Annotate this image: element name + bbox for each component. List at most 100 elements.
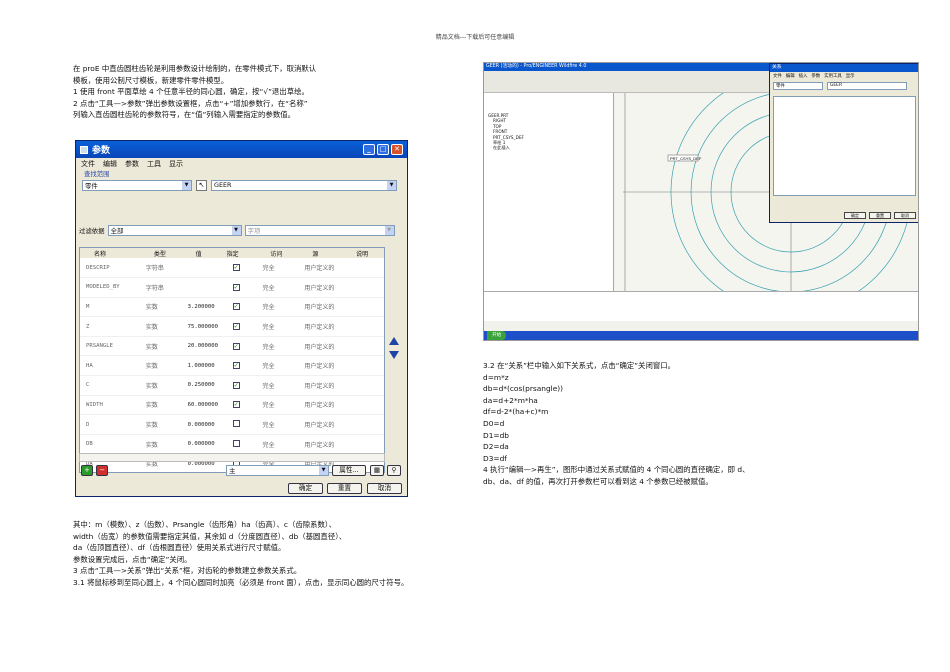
designate-checkbox[interactable]: ✓ — [232, 401, 240, 409]
param-value[interactable]: 60.000000 — [181, 395, 227, 416]
param-value[interactable]: 20.000000 — [181, 336, 227, 357]
param-designate[interactable]: ✓ — [226, 297, 257, 318]
relations-menu-item[interactable]: 显示 — [846, 73, 855, 79]
relations-menu-item[interactable]: 实用工具 — [824, 73, 842, 79]
relations-menu-item[interactable]: 文件 — [773, 73, 782, 79]
relations-scope-select[interactable]: 零件 — [773, 82, 823, 90]
param-value[interactable]: 75.000000 — [181, 316, 227, 337]
param-value[interactable]: 0.000000 — [181, 434, 227, 455]
param-value[interactable]: 1.000000 — [181, 355, 227, 377]
designate-checkbox[interactable]: ✓ — [232, 362, 240, 370]
menu-parameters[interactable]: 参数 — [125, 159, 139, 168]
param-source-text: 用户定义的 — [304, 441, 335, 449]
param-value[interactable]: 0.000000 — [181, 414, 227, 435]
filter-type-select[interactable]: 字项 ▼ — [244, 225, 395, 236]
ok-button[interactable]: 确定 — [288, 483, 323, 494]
designate-checkbox[interactable]: ✓ — [232, 342, 240, 350]
remove-parameter-button[interactable]: − — [96, 465, 108, 476]
scope-select[interactable]: 零件 ▼ — [82, 180, 192, 191]
designate-checkbox[interactable]: ✓ — [232, 381, 240, 389]
param-source: 用户定义的 — [298, 336, 343, 357]
reset-button[interactable]: 重置 — [327, 483, 362, 494]
relations-editor[interactable] — [773, 96, 916, 196]
param-source: 用户定义的 — [298, 434, 343, 455]
table-row[interactable]: DB 实数 0.000000 完全 用户定义的 — [80, 434, 384, 455]
col-source[interactable]: 源 — [298, 248, 343, 258]
param-designate[interactable]: ✓ — [226, 355, 257, 377]
move-down-icon[interactable] — [389, 351, 399, 359]
param-value[interactable] — [181, 258, 227, 279]
properties-button[interactable]: 属性... — [332, 465, 366, 476]
param-value[interactable]: 0.250000 — [181, 375, 227, 396]
param-source-text: 用户定义的 — [304, 284, 335, 292]
param-type: 字符串 — [139, 258, 182, 279]
menu-display[interactable]: 显示 — [169, 159, 183, 168]
table-row[interactable]: Z 实数 75.000000 ✓ 完全 用户定义的 — [80, 316, 384, 337]
col-access[interactable]: 访问 — [256, 248, 299, 258]
param-designate[interactable]: ✓ — [226, 316, 257, 337]
text-line: db=d*(cos(prsangle)) — [483, 384, 564, 394]
table-row[interactable]: MODELED_BY 字符串 ✓ 完全 用户定义的 — [80, 277, 384, 298]
close-button[interactable]: ✕ — [391, 144, 403, 155]
designate-checkbox[interactable]: ✓ — [232, 264, 240, 272]
designate-checkbox[interactable]: ✓ — [232, 323, 240, 331]
table-row[interactable]: M 实数 3.200000 ✓ 完全 用户定义的 — [80, 297, 384, 318]
pointer-select-icon[interactable]: ↖ — [196, 180, 207, 191]
table-row[interactable]: WIDTH 实数 60.000000 ✓ 完全 用户定义的 — [80, 395, 384, 416]
relations-menu-item[interactable]: 插入 — [799, 73, 808, 79]
designate-checkbox[interactable] — [232, 439, 240, 447]
filter-select[interactable]: 全部 ▼ — [107, 225, 242, 236]
table-row[interactable]: DESCRIP 字符串 ✓ 完全 用户定义的 — [80, 258, 384, 279]
relations-model-select[interactable]: GEER — [827, 82, 907, 90]
tree-item[interactable]: 在此插入 — [488, 145, 609, 150]
table-row[interactable]: D 实数 0.000000 完全 用户定义的 — [80, 414, 384, 435]
minimize-button[interactable]: _ — [363, 144, 375, 155]
add-parameter-button[interactable]: + — [81, 465, 93, 476]
param-designate[interactable]: ✓ — [226, 395, 257, 416]
param-value-text: 0.000000 — [187, 441, 215, 448]
param-designate[interactable]: ✓ — [226, 258, 257, 279]
relations-ok-button[interactable]: 确定 — [844, 212, 866, 219]
param-value[interactable] — [181, 277, 227, 298]
param-value[interactable]: 3.200000 — [181, 297, 227, 318]
col-name[interactable]: 名称 — [80, 248, 140, 258]
cancel-button[interactable]: 取消 — [367, 483, 402, 494]
table-row[interactable]: C 实数 0.250000 ✓ 完全 用户定义的 — [80, 375, 384, 396]
param-designate[interactable] — [226, 434, 257, 455]
param-type-text: 实数 — [145, 441, 158, 449]
col-type[interactable]: 类型 — [139, 248, 182, 258]
menu-tools[interactable]: 工具 — [147, 159, 161, 168]
menu-file[interactable]: 文件 — [81, 159, 95, 168]
col-value[interactable]: 值 — [181, 248, 227, 258]
param-designate[interactable]: ✓ — [226, 336, 257, 357]
relations-menu-item[interactable]: 参数 — [811, 73, 820, 79]
menu-edit[interactable]: 编辑 — [103, 159, 117, 168]
col-description[interactable]: 说明 — [342, 248, 384, 258]
col-designate[interactable]: 指定 — [226, 248, 257, 258]
param-designate[interactable]: ✓ — [226, 375, 257, 396]
filter-label: 过滤依据 — [79, 227, 105, 235]
horizontal-scrollbar[interactable] — [79, 453, 385, 462]
param-designate[interactable]: ✓ — [226, 277, 257, 298]
maximize-button[interactable]: □ — [377, 144, 389, 155]
param-description — [342, 355, 384, 377]
relations-cancel-button[interactable]: 取消 — [894, 212, 916, 219]
designate-checkbox[interactable]: ✓ — [232, 283, 240, 291]
table-icon[interactable]: ▦ — [370, 465, 384, 476]
designate-checkbox[interactable]: ✓ — [232, 303, 240, 311]
model-select[interactable]: GEER ▼ — [211, 180, 397, 191]
move-up-icon[interactable] — [389, 337, 399, 345]
table-row[interactable]: HA 实数 1.000000 ✓ 完全 用户定义的 — [80, 355, 384, 377]
binoculars-icon[interactable]: ⚲ — [387, 465, 401, 476]
param-name: HA — [80, 355, 140, 377]
relations-paragraph: 3.2 在“关系”栏中输入如下关系式，点击“确定”关闭窗口。 d=m*z db=d*… — [483, 360, 749, 488]
param-type-text: 字符串 — [145, 284, 164, 292]
table-row[interactable]: PRSANGLE 实数 20.000000 ✓ 完全 用户定义的 — [80, 336, 384, 357]
main-select[interactable]: 主 ▼ — [226, 465, 329, 476]
relations-menu-item[interactable]: 编辑 — [786, 73, 795, 79]
param-designate[interactable] — [226, 414, 257, 435]
start-button[interactable]: 开始 — [487, 331, 507, 340]
relations-reset-button[interactable]: 重置 — [869, 212, 891, 219]
designate-checkbox[interactable] — [232, 420, 240, 428]
text-line: 1 使用 front 平面草绘 4 个任意半径的同心圆，确定，按“√”退出草绘。 — [73, 87, 309, 97]
